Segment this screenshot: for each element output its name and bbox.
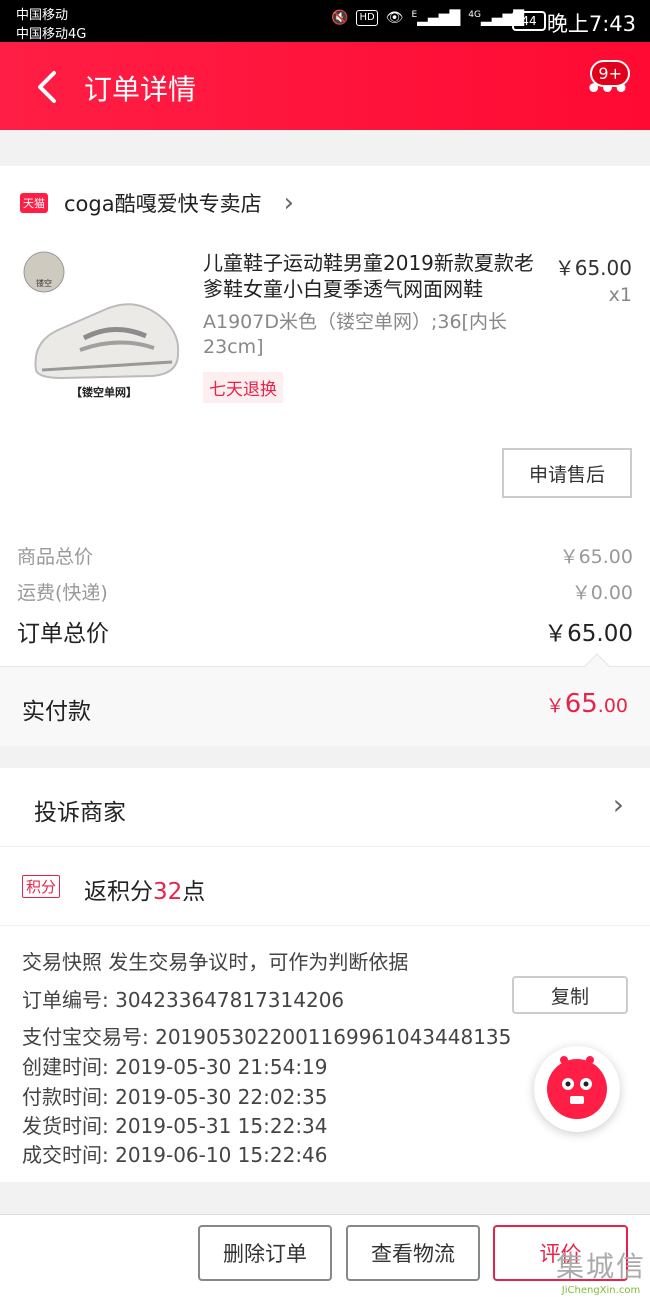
subtotal-label: 商品总价 bbox=[17, 546, 94, 568]
points-row: 积分 返积分32点 bbox=[0, 847, 650, 925]
shipping-value: ￥0.00 bbox=[571, 582, 633, 604]
order-number: 订单编号: 304233647817314206 bbox=[22, 988, 345, 1012]
points-icon: 积分 bbox=[22, 875, 61, 898]
pointer-arrow bbox=[584, 653, 610, 679]
paid-row: 实付款 ￥65.00 bbox=[0, 653, 650, 746]
subtotal-row: 商品总价 ￥65.00 bbox=[17, 542, 633, 569]
order-total-label: 订单总价 bbox=[17, 621, 109, 647]
clock: 晚上7:43 bbox=[546, 12, 636, 36]
created-time: 创建时间: 2019-05-30 21:54:19 bbox=[22, 1055, 328, 1079]
subtotal-value: ￥65.00 bbox=[559, 546, 633, 568]
product-sku: A1907D米色（镂空单网）;36[内长23cm] bbox=[203, 311, 507, 358]
hd-icon: HD bbox=[356, 10, 378, 27]
completed-time: 成交时间: 2019-06-10 15:22:46 bbox=[22, 1143, 328, 1167]
paid-decimal: .00 bbox=[597, 695, 628, 717]
copy-button[interactable]: 复制 bbox=[512, 976, 628, 1014]
mute-icon: 🔇 bbox=[331, 10, 349, 27]
carrier-label-secondary: 中国移动4G bbox=[16, 27, 87, 42]
notification-badge: 9+ bbox=[590, 60, 630, 87]
signal-icon: E▂▄▆█ bbox=[411, 10, 461, 27]
complain-merchant-row[interactable]: 投诉商家 › bbox=[0, 768, 650, 846]
view-logistics-button[interactable]: 查看物流 bbox=[346, 1225, 480, 1281]
points-amount: 32 bbox=[153, 879, 183, 905]
product-quantity: x1 bbox=[608, 284, 632, 306]
svg-text:【镂空单网】: 【镂空单网】 bbox=[71, 385, 137, 399]
chevron-right-icon: › bbox=[283, 188, 294, 218]
return-policy-tag: 七天退换 bbox=[203, 372, 283, 403]
svg-text:镂空: 镂空 bbox=[36, 278, 52, 288]
delete-order-button[interactable]: 删除订单 bbox=[198, 1225, 332, 1281]
product-title[interactable]: 儿童鞋子运动鞋男童2019新款夏款老爹鞋女童小白夏季透气网面网鞋 bbox=[203, 250, 543, 302]
nav-bar: 订单详情 ••• 9+ bbox=[0, 42, 650, 130]
alipay-number: 支付宝交易号: 2019053022001169961043448135 bbox=[22, 1025, 512, 1049]
battery-icon: 44 bbox=[512, 11, 546, 31]
paid-currency: ￥ bbox=[545, 695, 565, 717]
order-total-value: ￥65.00 bbox=[544, 621, 633, 647]
bottom-action-bar: 删除订单 查看物流 评价 集城信 JiChengXin.com bbox=[0, 1214, 650, 1300]
complain-label: 投诉商家 bbox=[34, 800, 126, 826]
paid-time: 付款时间: 2019-05-30 22:02:35 bbox=[22, 1085, 328, 1109]
product-thumbnail[interactable]: 镂空 【镂空单网】 bbox=[22, 250, 186, 402]
after-sale-button[interactable]: 申请售后 bbox=[502, 448, 632, 498]
points-text: 返积分32点 bbox=[84, 879, 206, 905]
tmall-icon: 天猫 bbox=[20, 193, 48, 213]
carrier-label: 中国移动 bbox=[16, 8, 69, 23]
snapshot-title[interactable]: 交易快照 发生交易争议时，可作为判断依据 bbox=[22, 946, 408, 975]
back-arrow-icon[interactable] bbox=[34, 70, 60, 104]
paid-integer: 65 bbox=[564, 689, 598, 719]
page-title: 订单详情 bbox=[84, 73, 197, 106]
shipping-row: 运费(快递) ￥0.00 bbox=[17, 578, 633, 605]
shipped-time: 发货时间: 2019-05-31 15:22:34 bbox=[22, 1114, 328, 1138]
status-icons: 🔇 HD 👁 E▂▄▆█ 4G▂▄▆█ bbox=[331, 10, 524, 27]
product-price: ￥65.00 bbox=[554, 256, 632, 280]
paid-label: 实付款 bbox=[22, 699, 91, 725]
status-bar: 中国移动 中国移动4G 🔇 HD 👁 E▂▄▆█ 4G▂▄▆█ 44 晚上7:4… bbox=[0, 0, 650, 42]
store-name[interactable]: coga酷嘎爱快专卖店 bbox=[64, 188, 262, 218]
order-total-row: 订单总价 ￥65.00 bbox=[17, 614, 633, 648]
eye-icon: 👁 bbox=[385, 10, 404, 27]
shipping-label: 运费(快递) bbox=[17, 582, 108, 604]
watermark: 集城信 JiChengXin.com bbox=[555, 1250, 646, 1296]
chevron-right-icon: › bbox=[612, 788, 624, 821]
assistant-icon[interactable] bbox=[534, 1046, 620, 1132]
paid-amount: ￥65.00 bbox=[546, 689, 628, 719]
order-card: 天猫 coga酷嘎爱快专卖店 › 镂空 【镂空单网】 儿童鞋子运动鞋男童2019… bbox=[0, 166, 650, 746]
store-row[interactable]: 天猫 coga酷嘎爱快专卖店 › bbox=[20, 188, 294, 218]
